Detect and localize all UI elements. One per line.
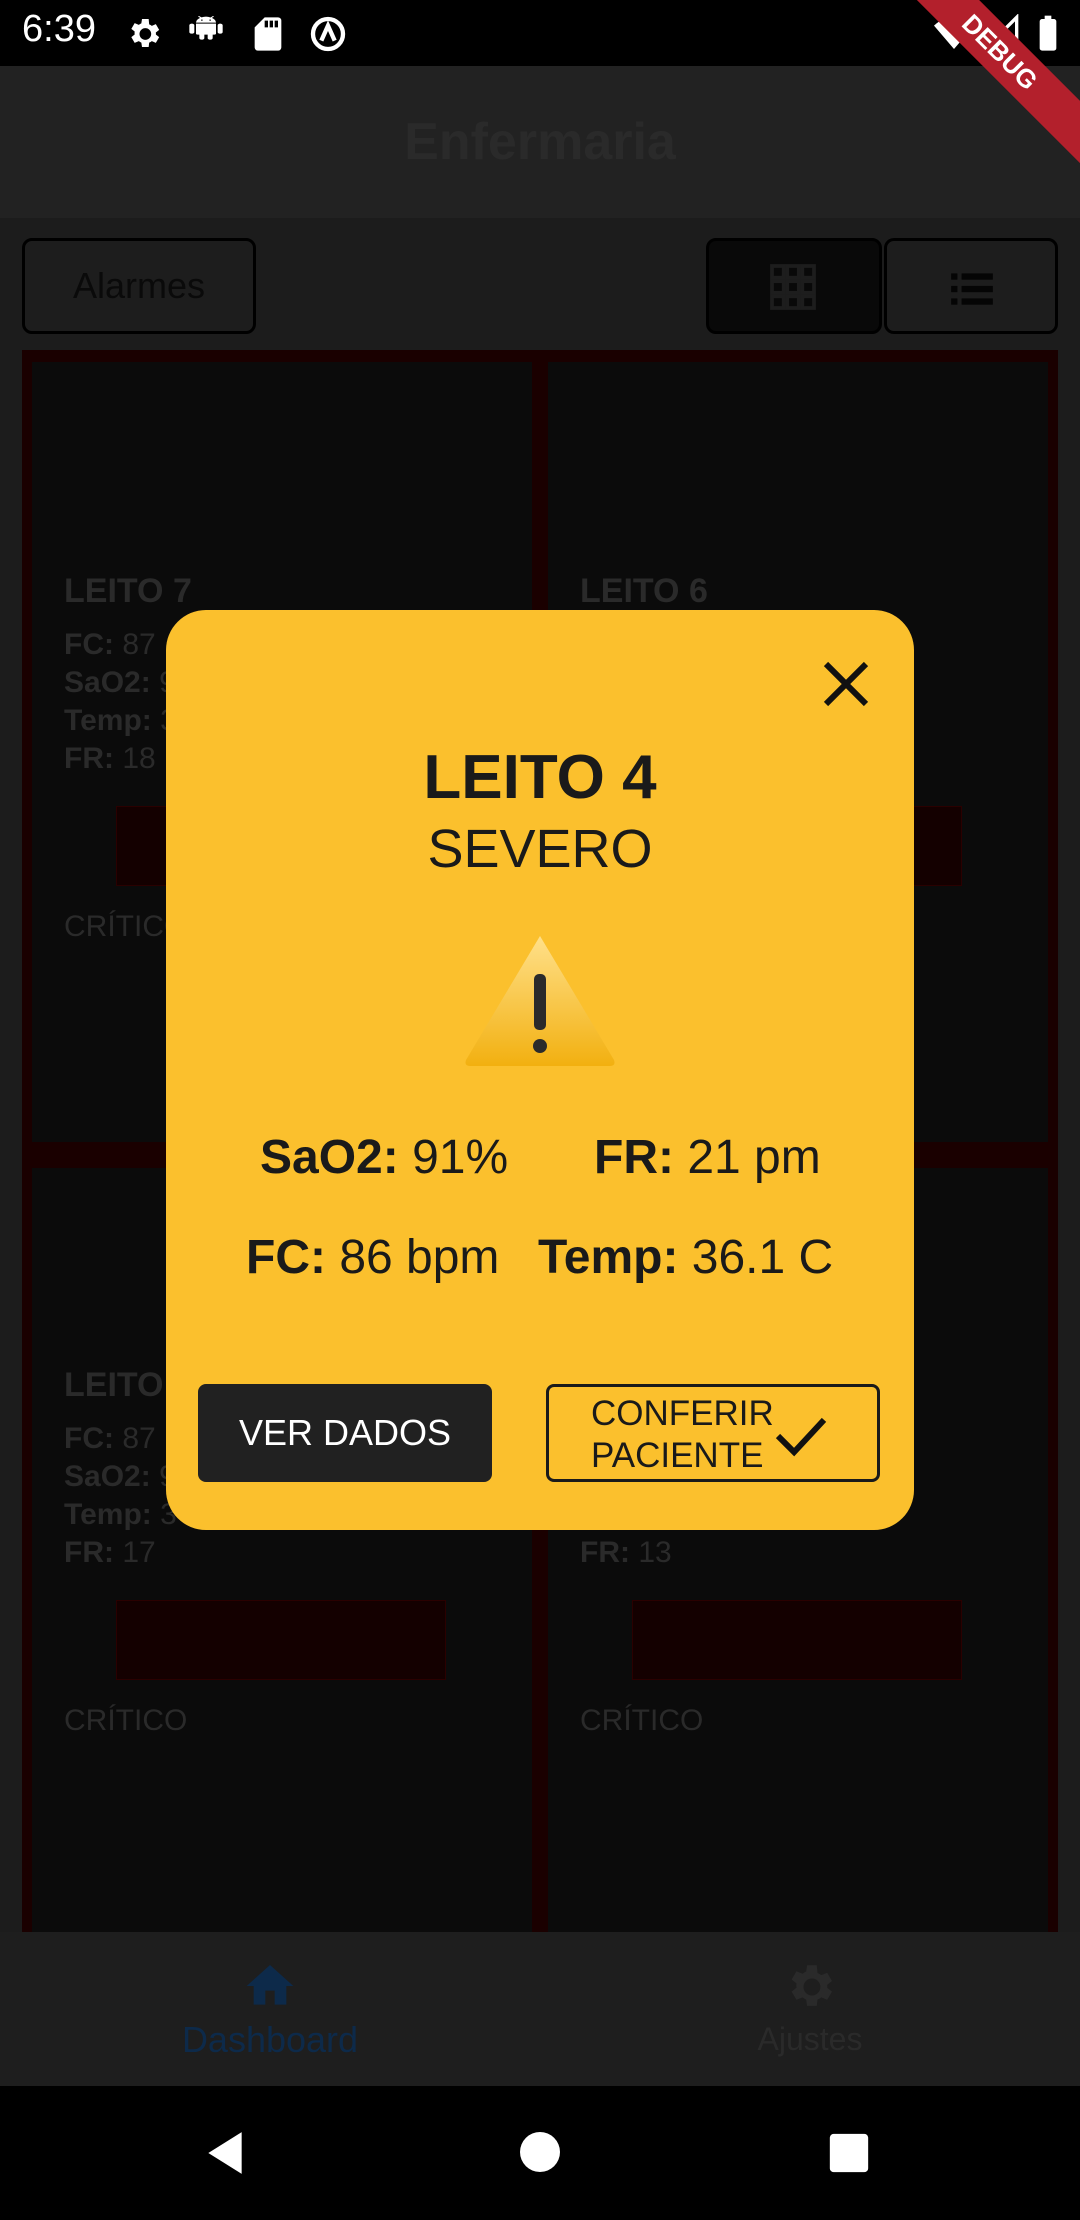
bed-label: LEITO 6 xyxy=(580,572,708,610)
bed-status: CRÍTICO xyxy=(64,1704,188,1737)
warning-icon xyxy=(465,936,615,1066)
vital-label: FR: xyxy=(580,1536,630,1569)
vital-label: SaO2: xyxy=(64,1460,151,1493)
vital-value: 87 xyxy=(122,1422,156,1455)
vital-label: Temp: xyxy=(64,704,152,737)
vital-value: 21 pm xyxy=(687,1131,821,1184)
dialog-title: LEITO 4 xyxy=(423,743,657,812)
nav-item-settings[interactable]: Ajustes xyxy=(610,1958,1010,2058)
sync-icon xyxy=(310,16,346,52)
alarms-button[interactable]: Alarmes xyxy=(22,238,256,334)
list-view-button[interactable] xyxy=(884,238,1058,334)
vital-label: FR: xyxy=(594,1131,674,1184)
grid-view-button[interactable] xyxy=(706,238,882,334)
vital-label: FR: xyxy=(64,742,114,775)
vital-value: 36.1 C xyxy=(691,1231,834,1284)
vital-label: FC: xyxy=(246,1231,326,1284)
vital-label: Temp: xyxy=(64,1498,152,1531)
vital-fr: FR: 21 pm xyxy=(594,1130,821,1185)
vital-value: 18 xyxy=(122,742,156,775)
bed-label: LEITO 7 xyxy=(64,572,192,610)
vital-fc: FC: 86 bpm xyxy=(246,1230,499,1285)
vital-value: 86 bpm xyxy=(339,1231,500,1284)
settings-notification-icon xyxy=(131,19,160,47)
bed-vitals: FC: 87 SaO2: 9 Temp: 3 FR: 17 xyxy=(64,1420,177,1572)
vital-sao2: SaO2: 91% xyxy=(260,1130,508,1185)
view-data-button[interactable]: VER DADOS xyxy=(198,1384,492,1482)
nav-label: Ajustes xyxy=(757,2021,863,2057)
sd-card-icon xyxy=(254,17,282,51)
bed-status: CRÍTICO xyxy=(580,1704,704,1737)
vital-value: 87 xyxy=(122,628,156,661)
alarm-indicator-bar xyxy=(632,1600,962,1680)
back-icon[interactable] xyxy=(200,2126,250,2180)
vital-value: 13 xyxy=(638,1536,672,1569)
vital-temp: Temp: 36.1 C xyxy=(538,1230,833,1285)
app-bar: Enfermaria xyxy=(0,66,1080,218)
status-time: 6:39 xyxy=(22,8,96,50)
severity-label: SEVERO xyxy=(427,819,653,879)
android-icon xyxy=(189,15,223,40)
vital-label: FC: xyxy=(64,628,114,661)
recents-icon[interactable] xyxy=(826,2130,872,2176)
bed-vitals: FC: 87 SaO2: 9 Temp: 3 FR: 18 xyxy=(64,626,177,778)
vital-label: FR: xyxy=(64,1536,114,1569)
bottom-navigation: Dashboard Ajustes xyxy=(0,1932,1080,2086)
home-nav-icon[interactable] xyxy=(516,2128,564,2176)
vital-label: Temp: xyxy=(538,1231,679,1284)
bed-label: LEITO xyxy=(64,1366,164,1404)
gear-icon xyxy=(791,1965,832,2006)
close-icon[interactable] xyxy=(816,654,876,714)
grid-icon xyxy=(770,264,816,310)
check-patient-button[interactable]: CONFERIR PACIENTE xyxy=(546,1384,880,1482)
vital-value: 17 xyxy=(122,1536,156,1569)
vital-label: FC: xyxy=(64,1422,114,1455)
page-title: Enfermaria xyxy=(404,113,676,171)
check-patient-label-line1: CONFERIR xyxy=(591,1394,774,1433)
vital-label: SaO2: xyxy=(64,666,151,699)
check-patient-label-line2: PACIENTE xyxy=(591,1436,764,1475)
list-icon xyxy=(951,273,993,305)
bed-alert-dialog: LEITO 4 SEVERO SaO2: 91% FR: 21 pm FC: 8… xyxy=(166,610,914,1530)
status-bar: 6:39 xyxy=(0,0,1080,66)
vital-value: 91% xyxy=(412,1131,509,1184)
home-icon xyxy=(246,1965,294,2005)
system-navigation-bar xyxy=(0,2086,1080,2220)
check-patient-label: CONFERIR PACIENTE xyxy=(591,1393,774,1477)
checkmark-icon xyxy=(775,1417,827,1457)
battery-icon xyxy=(1039,15,1057,51)
bed-vitals: FR: 13 xyxy=(580,1534,672,1572)
alarm-indicator-bar xyxy=(116,1600,446,1680)
nav-item-dashboard[interactable]: Dashboard xyxy=(70,1958,470,2061)
nav-label: Dashboard xyxy=(181,2019,359,2060)
vital-label: SaO2: xyxy=(260,1131,399,1184)
